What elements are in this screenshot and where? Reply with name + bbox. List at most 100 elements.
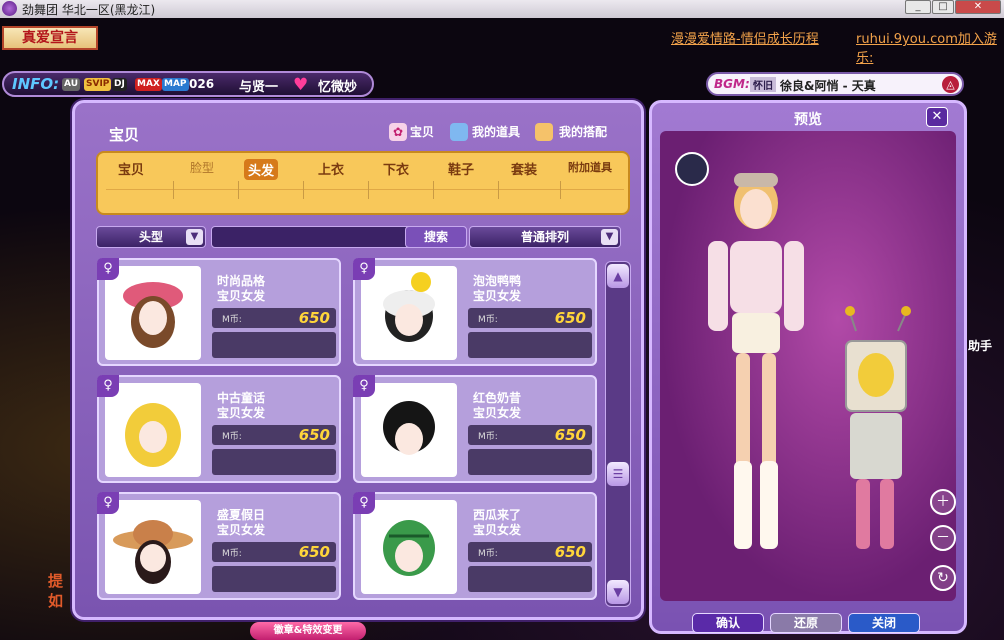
filter-dropdown[interactable]: 头型 ▼	[96, 226, 206, 248]
item-card[interactable]: ♀ 泡泡鸭鸭 宝贝女发 M币: 650	[353, 258, 597, 366]
item-price: 650	[298, 426, 330, 444]
scroll-up-icon[interactable]: ▲	[607, 264, 629, 288]
item-card[interactable]: ♀ 红色奶昔 宝贝女发 M币: 650	[353, 375, 597, 483]
tab-baby[interactable]: 宝贝	[410, 123, 434, 140]
item-price: 650	[554, 426, 586, 444]
item-card[interactable]: ♀ 中古童话 宝贝女发 M币: 650	[97, 375, 341, 483]
minimize-button[interactable]: _	[905, 0, 931, 14]
app-logo-icon	[2, 1, 17, 16]
preview-panel: 预览 ✕ ＋ － ↻ 确认 还原 关闭	[649, 100, 967, 634]
svip-badge: SVIP	[84, 78, 112, 91]
hair-thumbnail-icon	[383, 401, 435, 455]
window-title: 劲舞团 华北一区(黑龙江)	[22, 3, 156, 17]
close-window-button[interactable]: ✕	[955, 0, 1001, 14]
category-suit[interactable]: 套装	[511, 159, 537, 178]
avatar-preview-icon	[675, 152, 911, 549]
declaration-button[interactable]: 真爱宣言	[2, 26, 98, 50]
hair-thumbnail-icon	[123, 282, 183, 348]
price-box: M币: 650	[212, 308, 336, 328]
zoom-out-icon[interactable]: －	[930, 525, 956, 551]
item-price: 650	[298, 309, 330, 327]
scroll-down-icon[interactable]: ▼	[607, 580, 629, 604]
item-card[interactable]: ♀ 时尚品格 宝贝女发 M币: 650	[97, 258, 341, 366]
join-link[interactable]: ruhui.9you.com加入游乐:	[856, 28, 1004, 66]
scrollbar[interactable]: ▲ ☰ ▼	[605, 261, 631, 607]
female-icon: ♀	[353, 258, 375, 280]
currency-label: M币:	[478, 432, 498, 442]
item-sub: 宝贝女发	[217, 523, 266, 537]
female-icon: ♀	[97, 492, 119, 514]
item-slot	[468, 332, 592, 358]
currency-label: M币:	[222, 549, 242, 559]
item-card[interactable]: ♀ 西瓜来了 宝贝女发 M币: 650	[353, 492, 597, 600]
max-badge: MAX	[135, 78, 162, 91]
bgm-bar: BGM: 怀旧 徐良&阿悄 - 天真 ◬	[706, 72, 964, 96]
bgm-close-icon[interactable]: ◬	[942, 76, 959, 93]
bgm-label: BGM:	[714, 77, 750, 91]
item-card[interactable]: ♀ 盛夏假日 宝贝女发 M币: 650	[97, 492, 341, 600]
map-badge: MAP	[162, 78, 189, 91]
item-slot	[212, 566, 336, 592]
item-slot	[468, 449, 592, 475]
au-badge: AU	[62, 78, 80, 91]
item-sub: 宝贝女发	[473, 523, 522, 537]
currency-label: M币:	[478, 315, 498, 325]
item-sub: 宝贝女发	[473, 289, 522, 303]
divider	[238, 181, 239, 199]
preview-title: 预览	[794, 112, 822, 128]
item-sub: 宝贝女发	[217, 406, 266, 420]
category-subrow	[106, 189, 624, 205]
zoom-in-icon[interactable]: ＋	[930, 489, 956, 515]
hand-icon[interactable]	[535, 123, 553, 141]
rotate-icon[interactable]: ↻	[930, 565, 956, 591]
filter-value: 头型	[138, 230, 163, 244]
badge-effect-button[interactable]: 徽章&特效变更	[250, 622, 366, 640]
paw-icon[interactable]: ✿	[389, 123, 407, 141]
price-box: M币: 650	[212, 425, 336, 445]
dj-badge: DJ	[112, 78, 127, 91]
chevron-down-icon: ▼	[601, 229, 618, 245]
item-sub: 宝贝女发	[217, 289, 266, 303]
price-box: M币: 650	[212, 542, 336, 562]
close-button[interactable]: 关闭	[848, 613, 920, 633]
category-shoes[interactable]: 鞋子	[448, 159, 474, 178]
price-box: M币: 650	[468, 308, 592, 328]
item-thumbnail	[105, 500, 201, 594]
item-thumbnail	[105, 383, 201, 477]
maximize-button[interactable]: □	[932, 0, 954, 14]
hair-thumbnail-icon	[383, 520, 435, 576]
category-baby[interactable]: 宝贝	[118, 159, 144, 178]
item-thumbnail	[361, 500, 457, 594]
scroll-thumb-icon[interactable]: ☰	[607, 462, 629, 486]
tab-my-outfits[interactable]: 我的搭配	[559, 123, 607, 140]
currency-label: M币:	[478, 549, 498, 559]
item-price: 650	[554, 309, 586, 327]
tab-my-items[interactable]: 我的道具	[472, 123, 520, 140]
divider	[368, 181, 369, 199]
box-icon[interactable]	[450, 123, 468, 141]
close-icon[interactable]: ✕	[926, 107, 948, 127]
sort-dropdown[interactable]: 普通排列 ▼	[469, 226, 621, 248]
item-sub: 宝贝女发	[473, 406, 522, 420]
reset-button[interactable]: 还原	[770, 613, 842, 633]
item-price: 650	[298, 543, 330, 561]
confirm-button[interactable]: 确认	[692, 613, 764, 633]
category-extra[interactable]: 附加道具	[568, 159, 612, 175]
item-slot	[212, 332, 336, 358]
window-titlebar: 劲舞团 华北一区(黑龙江) _ □ ✕	[0, 0, 1004, 18]
info-bar: INFO: AU SVIP DJ MAX MAP 026 与贤一 ♥ 忆微妙	[2, 71, 374, 97]
hair-thumbnail-icon	[125, 403, 181, 467]
category-top[interactable]: 上衣	[318, 159, 344, 178]
category-bottom[interactable]: 下衣	[383, 159, 409, 178]
sort-value: 普通排列	[520, 230, 569, 244]
currency-label: M币:	[222, 432, 242, 442]
info-text: 与贤一	[239, 80, 279, 95]
category-hair[interactable]: 头发	[244, 159, 279, 180]
item-thumbnail	[361, 266, 457, 360]
category-face[interactable]: 脸型	[190, 159, 214, 176]
search-button[interactable]: 搜索	[405, 226, 467, 248]
wardrobe-panel: 宝贝 ✿ 宝贝 我的道具 我的搭配 宝贝 脸型 头发 上衣 下衣 鞋子 套装 附…	[72, 100, 644, 620]
divider	[560, 181, 561, 199]
panel-title: 宝贝	[109, 126, 140, 144]
love-journey-link[interactable]: 漫漫爱情路-情侣成长历程	[671, 28, 819, 47]
